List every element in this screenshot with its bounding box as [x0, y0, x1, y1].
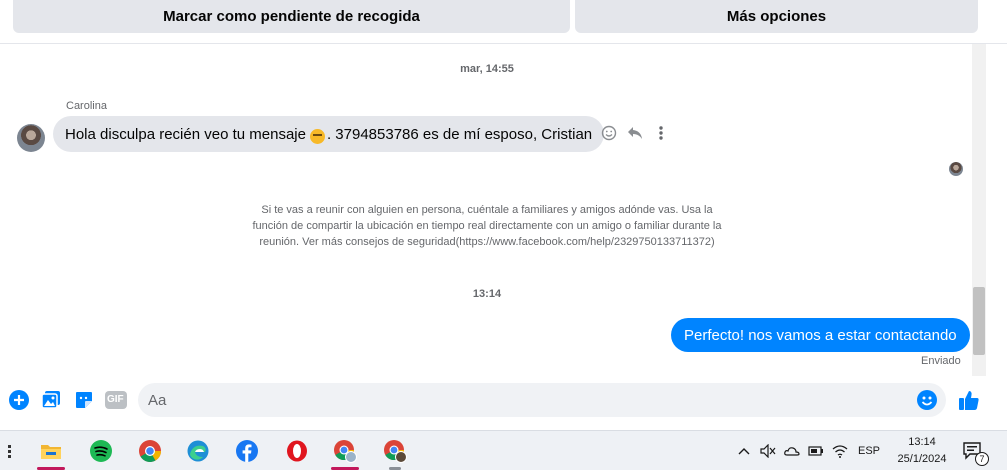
- chrome-profile-icon[interactable]: [323, 431, 367, 470]
- safety-notice: Si te vas a reunir con alguien en person…: [252, 204, 722, 248]
- sender-name: Carolina: [66, 100, 107, 112]
- clock-time: 13:14: [908, 436, 936, 448]
- taskbar-clock[interactable]: 13:14 25/1/2024: [890, 434, 954, 468]
- volume-muted-icon[interactable]: [760, 444, 782, 458]
- scrollbar-thumb[interactable]: [973, 287, 985, 355]
- windows-taskbar: ESP 13:14 25/1/2024 7: [0, 430, 1007, 470]
- message-actions: [600, 124, 670, 142]
- opera-icon[interactable]: [275, 431, 319, 470]
- task-view-icon[interactable]: [0, 431, 30, 470]
- message-composer: GIF: [0, 378, 1007, 422]
- incoming-message-text-start: Hola disculpa recién veo tu mensaje: [65, 125, 306, 143]
- system-tray: ESP: [738, 431, 880, 470]
- notification-center-icon[interactable]: 7: [953, 431, 993, 470]
- file-explorer-icon[interactable]: [29, 431, 73, 470]
- more-options-button[interactable]: Más opciones: [575, 0, 978, 33]
- edge-icon[interactable]: [176, 431, 220, 470]
- onedrive-sync-icon[interactable]: [784, 444, 806, 458]
- seen-receipt-avatar: [949, 162, 963, 176]
- tired-face-emoji-icon: [309, 128, 325, 144]
- chrome-icon[interactable]: [128, 431, 172, 470]
- sent-status: Enviado: [921, 355, 961, 367]
- battery-icon[interactable]: [808, 445, 830, 457]
- clock-date: 25/1/2024: [897, 453, 947, 465]
- message-timestamp: 13:14: [472, 288, 502, 300]
- language-indicator[interactable]: ESP: [858, 445, 880, 457]
- sticker-icon[interactable]: [73, 389, 95, 411]
- notification-count-badge: 7: [975, 452, 989, 466]
- gif-icon[interactable]: GIF: [104, 389, 128, 411]
- react-smiley-icon[interactable]: [600, 124, 618, 142]
- message-input-container: [138, 383, 946, 417]
- incoming-message-text-end: . 3794853786 es de mí esposo, Cristian: [326, 125, 593, 143]
- chat-scrollbar[interactable]: [972, 44, 986, 376]
- mark-pending-pickup-button[interactable]: Marcar como pendiente de recogida: [13, 0, 570, 33]
- wifi-icon[interactable]: [832, 444, 854, 458]
- sender-avatar[interactable]: [17, 124, 45, 152]
- incoming-message-bubble[interactable]: Hola disculpa recién veo tu mensaje . 37…: [53, 116, 605, 152]
- gif-label: GIF: [107, 394, 124, 405]
- thumbs-up-icon[interactable]: [957, 388, 981, 412]
- message-input[interactable]: [148, 383, 908, 417]
- message-timestamp: mar, 14:55: [460, 63, 514, 75]
- spotify-icon[interactable]: [79, 431, 123, 470]
- emoji-picker-icon[interactable]: [916, 389, 938, 411]
- marketplace-actions-bar: Marcar como pendiente de recogida Más op…: [0, 0, 1007, 44]
- outgoing-message-bubble[interactable]: Perfecto! nos vamos a estar contactando: [671, 318, 970, 352]
- reply-arrow-icon[interactable]: [626, 124, 644, 142]
- plus-circle-icon[interactable]: [8, 389, 30, 411]
- facebook-icon[interactable]: [225, 431, 269, 470]
- chrome-profile-2-icon[interactable]: [373, 431, 417, 470]
- more-vertical-icon[interactable]: [652, 124, 670, 142]
- photo-attach-icon[interactable]: [40, 389, 62, 411]
- show-hidden-icons-chevron-icon[interactable]: [738, 447, 754, 455]
